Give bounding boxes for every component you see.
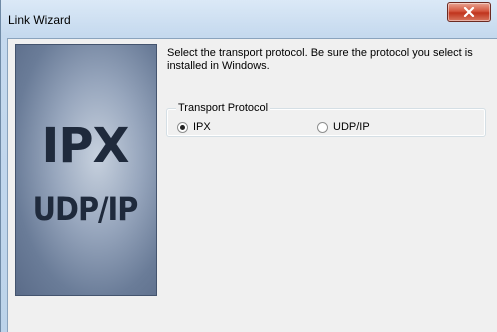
radio-ipx-label: IPX [193, 121, 211, 133]
radio-udpip-label: UDP/IP [333, 121, 370, 133]
wizard-banner-image: IPX UDP/IP [15, 44, 157, 296]
transport-protocol-group: Transport Protocol IPX UDP/IP [166, 102, 486, 137]
radio-ipx[interactable]: IPX [177, 120, 211, 134]
banner-ipx-text: IPX [41, 118, 129, 174]
instructions-text: Select the transport protocol. Be sure t… [167, 47, 473, 72]
close-button[interactable] [447, 2, 491, 22]
transport-protocol-label: Transport Protocol [176, 102, 271, 115]
link-wizard-window: Link Wizard IPX UDP/IP Select the transp… [0, 0, 497, 332]
window-title: Link Wizard [8, 13, 71, 27]
banner-udpip-text: UDP/IP [33, 190, 138, 228]
title-bar[interactable]: Link Wizard [1, 0, 497, 38]
close-icon [463, 7, 475, 17]
radio-udpip[interactable]: UDP/IP [317, 120, 370, 134]
radio-udpip-indicator[interactable] [317, 121, 328, 133]
radio-ipx-indicator[interactable] [177, 121, 188, 133]
